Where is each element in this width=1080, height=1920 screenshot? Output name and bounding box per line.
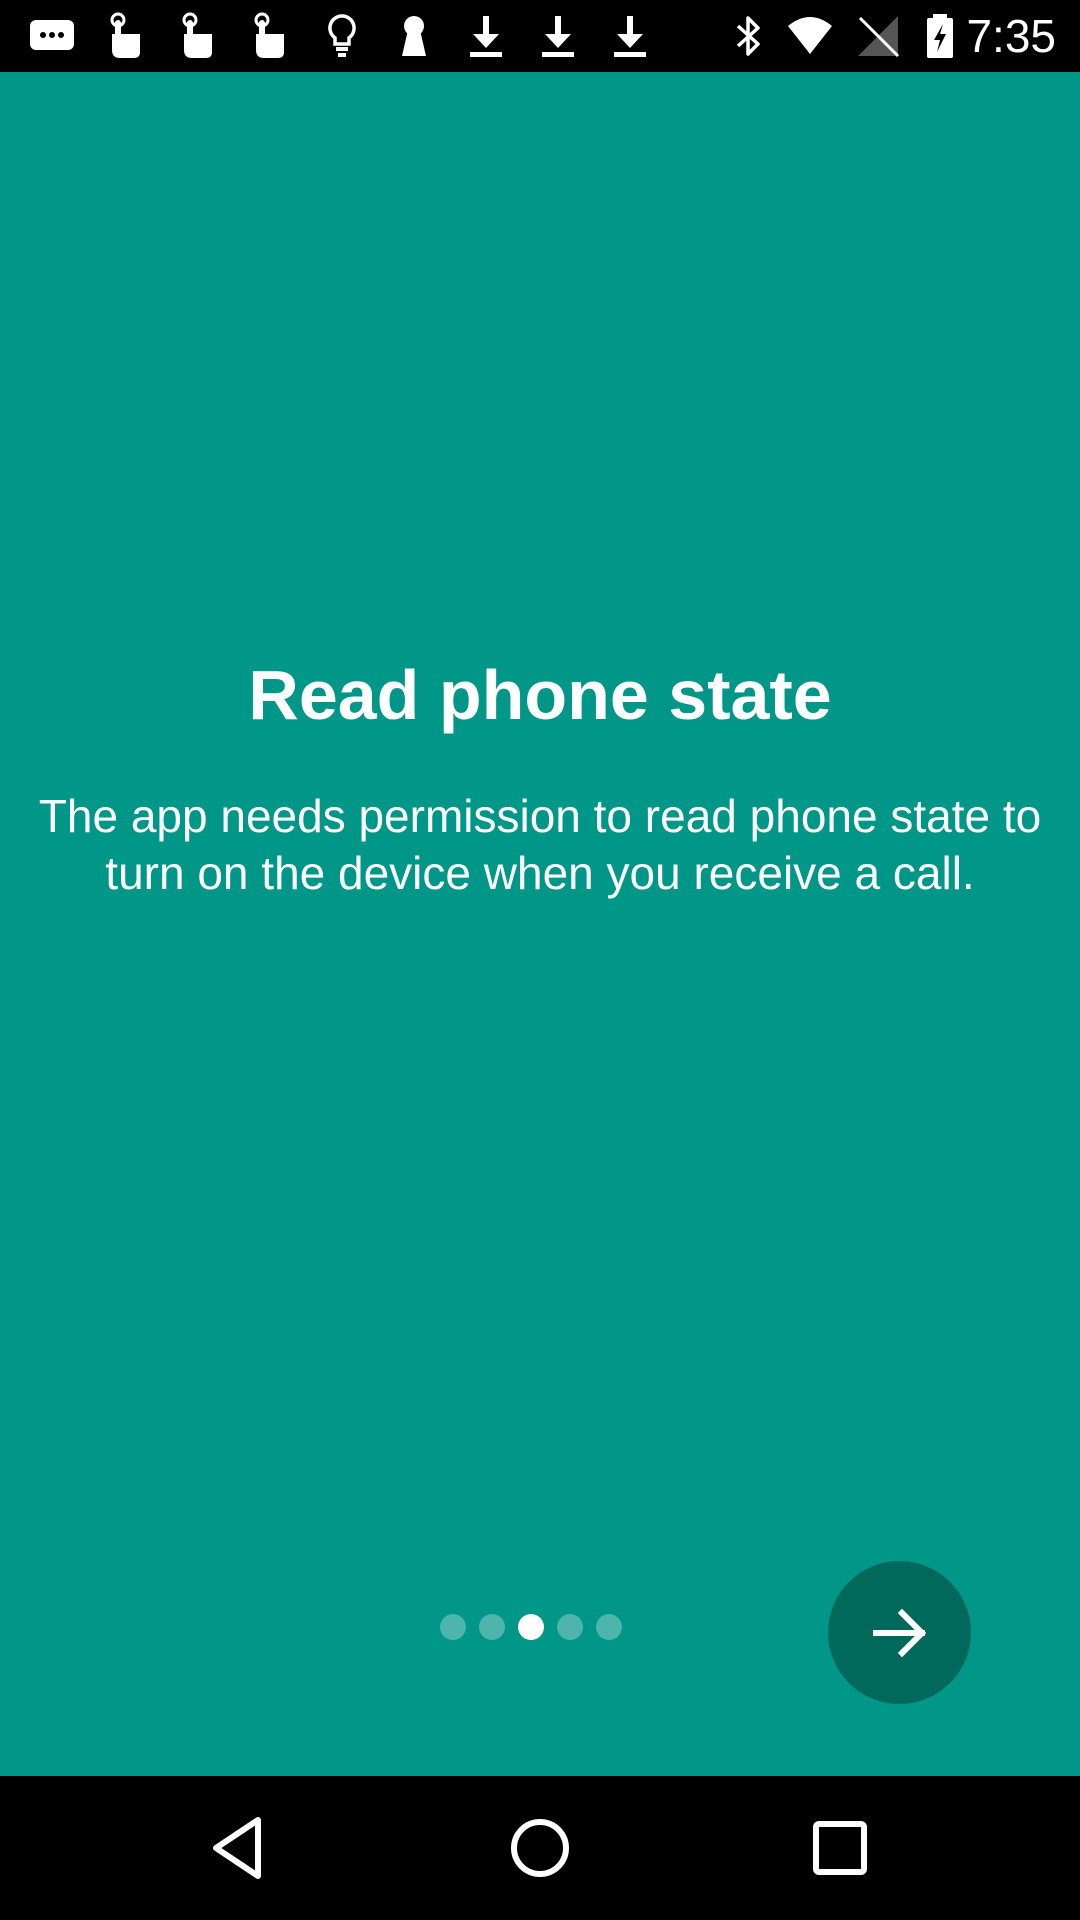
battery-charging-icon: [916, 12, 964, 60]
status-time: 7:35: [966, 10, 1056, 62]
download-icon: [534, 12, 582, 60]
next-button[interactable]: [828, 1561, 971, 1704]
home-button[interactable]: [504, 1812, 576, 1884]
back-icon: [204, 1812, 276, 1884]
lightbulb-icon: [318, 12, 366, 60]
screen: 7:35 Read phone state The app needs perm…: [0, 0, 1080, 1920]
page-dot[interactable]: [557, 1614, 583, 1640]
hand-touch-icon: [100, 12, 148, 60]
navigation-bar: [0, 1776, 1080, 1920]
hand-touch-icon: [172, 12, 220, 60]
intro-slide: Read phone state The app needs permissio…: [0, 72, 1080, 1776]
page-title: Read phone state: [248, 656, 832, 734]
page-dot[interactable]: [479, 1614, 505, 1640]
no-signal-icon: [854, 12, 902, 60]
page-dot[interactable]: [596, 1614, 622, 1640]
back-button[interactable]: [204, 1812, 276, 1884]
page-description: The app needs permission to read phone s…: [38, 790, 1042, 899]
hand-touch-icon: [244, 12, 292, 60]
wifi-icon: [786, 12, 834, 60]
bluetooth-icon: [724, 12, 772, 60]
page-dot[interactable]: [440, 1614, 466, 1640]
page-indicator: [440, 1614, 622, 1642]
download-icon: [462, 12, 510, 60]
recents-icon: [804, 1812, 876, 1884]
recents-button[interactable]: [804, 1812, 876, 1884]
arrow-right-icon: [868, 1601, 932, 1665]
status-bar: 7:35: [0, 0, 1080, 72]
page-dot-active[interactable]: [518, 1614, 544, 1640]
keyhole-icon: [390, 12, 438, 60]
message-icon: [28, 12, 76, 60]
download-icon: [606, 12, 654, 60]
home-icon: [504, 1812, 576, 1884]
